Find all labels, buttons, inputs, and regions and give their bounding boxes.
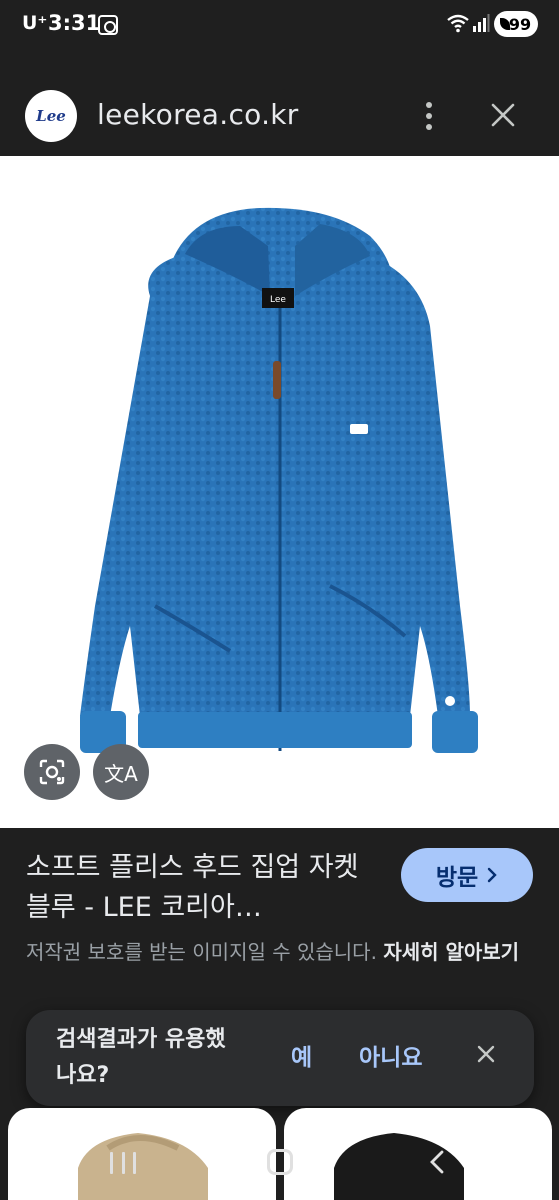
- carrier-label: U⁺: [22, 12, 48, 34]
- translate-button[interactable]: 文A: [93, 744, 149, 800]
- favicon-text: Lee: [36, 107, 66, 125]
- screenshot-icon: [98, 15, 118, 35]
- feedback-yes-button[interactable]: 예: [291, 1038, 312, 1072]
- site-domain[interactable]: leekorea.co.kr: [97, 98, 299, 131]
- battery-level: 99: [508, 14, 532, 34]
- lens-icon: [39, 759, 65, 785]
- feedback-no-button[interactable]: 아니요: [359, 1038, 422, 1072]
- close-icon[interactable]: [488, 100, 518, 130]
- site-header: Lee leekorea.co.kr: [0, 72, 559, 156]
- home-icon[interactable]: [267, 1149, 293, 1175]
- signal-icon: [473, 14, 490, 32]
- system-nav-bar: [0, 1130, 559, 1200]
- learn-more-link[interactable]: 자세히 알아보기: [383, 940, 519, 964]
- translate-icon: 文A: [104, 761, 138, 786]
- lens-button[interactable]: [24, 744, 80, 800]
- site-favicon[interactable]: Lee: [25, 90, 77, 142]
- recent-apps-icon[interactable]: [110, 1152, 136, 1174]
- copyright-text: 저작권 보호를 받는 이미지일 수 있습니다.: [26, 940, 377, 964]
- wifi-icon: [447, 14, 469, 33]
- product-image[interactable]: Lee 文A: [0, 156, 559, 828]
- more-vert-icon[interactable]: [418, 100, 440, 132]
- copyright-notice: 저작권 보호를 받는 이미지일 수 있습니다. 자세히 알아보기: [26, 936, 536, 968]
- status-bar: U⁺ 3:31 99: [0, 0, 559, 52]
- feedback-card: 검색결과가 유용했나요? 예 아니요: [26, 1010, 534, 1106]
- chevron-right-icon: [487, 867, 497, 883]
- battery-icon: 99: [494, 11, 538, 37]
- visit-button[interactable]: 방문: [401, 848, 533, 902]
- feedback-close-icon[interactable]: [476, 1044, 496, 1064]
- jacket-illustration: Lee: [80, 207, 478, 753]
- feedback-question: 검색결과가 유용했나요?: [56, 1027, 226, 1088]
- neck-label-text: Lee: [270, 295, 286, 305]
- visit-label: 방문: [435, 865, 479, 891]
- back-icon[interactable]: [426, 1150, 450, 1174]
- status-time: 3:31: [48, 11, 101, 35]
- result-title[interactable]: 소프트 플리스 후드 집업 자켓 블루 - LEE 코리아…: [26, 848, 376, 928]
